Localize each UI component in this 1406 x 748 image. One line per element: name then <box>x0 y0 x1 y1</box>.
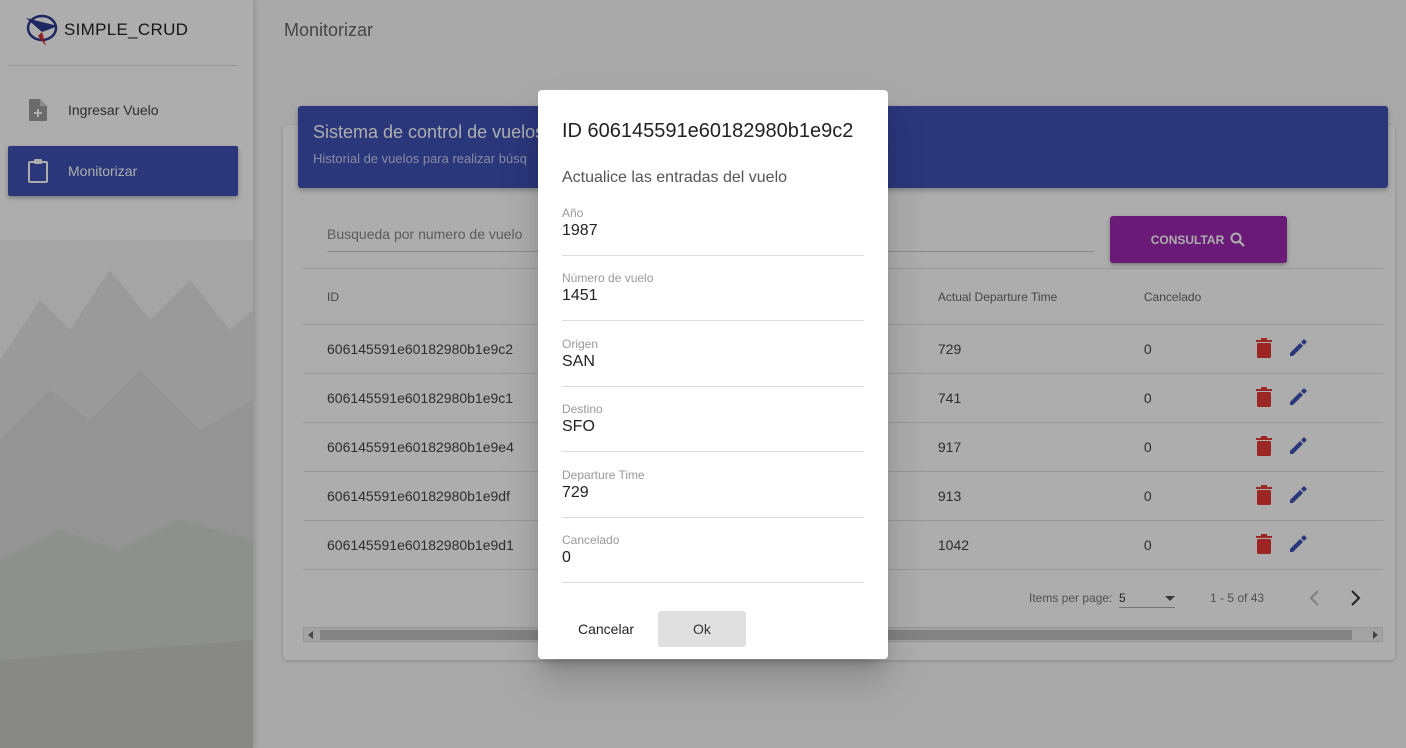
origen-input[interactable] <box>562 353 864 371</box>
field-label: Año <box>562 206 584 220</box>
dialog-title: ID 606145591e60182980b1e9c2 <box>562 120 854 142</box>
ok-button[interactable]: Ok <box>658 611 746 647</box>
field-cancelado[interactable]: Cancelado <box>562 533 864 583</box>
edit-flight-dialog: ID 606145591e60182980b1e9c2 Actualice la… <box>538 90 888 659</box>
ano-input[interactable] <box>562 222 864 240</box>
field-label: Número de vuelo <box>562 271 654 285</box>
field-ano[interactable]: Año <box>562 206 864 256</box>
cancel-button[interactable]: Cancelar <box>562 611 650 647</box>
destino-input[interactable] <box>562 418 864 436</box>
field-destino[interactable]: Destino <box>562 402 864 452</box>
numero-de-vuelo-input[interactable] <box>562 287 864 305</box>
field-label: Origen <box>562 337 599 351</box>
dialog-subtitle: Actualice las entradas del vuelo <box>562 169 788 186</box>
field-numero-de-vuelo[interactable]: Número de vuelo <box>562 271 864 321</box>
departure-time-input[interactable] <box>562 484 864 502</box>
cancelado-input[interactable] <box>562 549 864 567</box>
field-label: Cancelado <box>562 533 620 547</box>
field-label: Destino <box>562 402 603 416</box>
field-departure-time[interactable]: Departure Time <box>562 468 864 518</box>
field-label: Departure Time <box>562 468 645 482</box>
field-origen[interactable]: Origen <box>562 337 864 387</box>
